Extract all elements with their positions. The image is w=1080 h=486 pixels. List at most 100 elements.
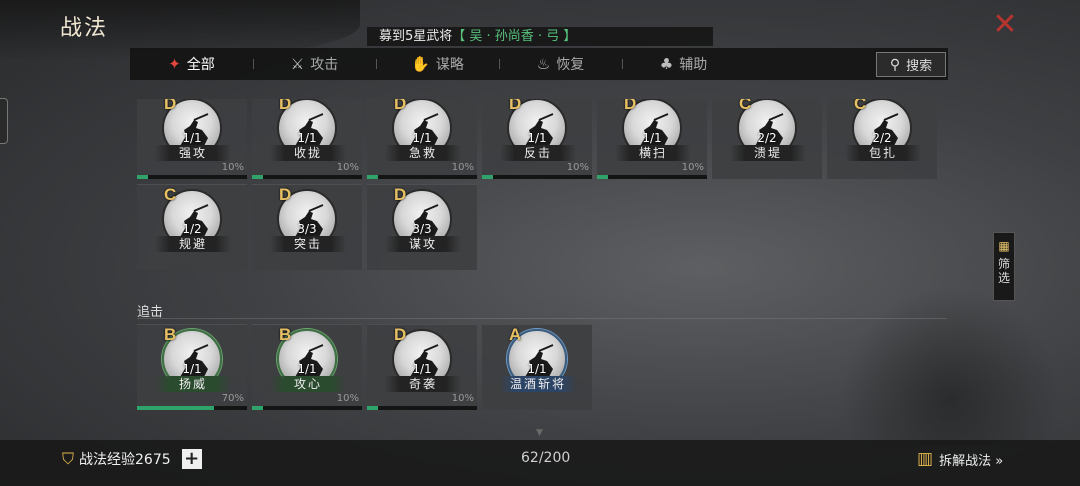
dismantle-button[interactable]: ▥ 拆解战法 » xyxy=(917,449,1003,469)
tactic-count: 2/2 xyxy=(872,131,892,145)
tactic-count: 2/2 xyxy=(757,131,777,145)
tab-all[interactable]: ✦ 全部 xyxy=(130,48,253,80)
progress-percent: 10% xyxy=(451,393,474,404)
progress-fill xyxy=(137,175,148,179)
scroll-down-icon: ▼ xyxy=(536,428,543,438)
progress-percent: 10% xyxy=(566,162,589,173)
tactic-name: 反击 xyxy=(500,145,576,161)
filter-label: 选 xyxy=(997,271,1010,285)
tactic-card[interactable]: D 1/1 强攻 10% xyxy=(137,99,247,179)
recruit-banner-prefix: 募到5星武将 xyxy=(379,29,453,44)
side-drawer-handle[interactable] xyxy=(0,98,8,144)
tactic-name: 急救 xyxy=(385,145,461,161)
rank-badge: D xyxy=(394,99,407,113)
search-button[interactable]: ⚲ 搜索 xyxy=(876,52,946,77)
tactic-name: 收拢 xyxy=(270,145,346,161)
tactic-card[interactable]: D 1/1 急救 10% xyxy=(367,99,477,179)
tactic-card[interactable]: D 1/1 反击 10% xyxy=(482,99,592,179)
progress-fill xyxy=(367,175,378,179)
recruit-banner: 募到5星武将【 吴 · 孙尚香 · 弓 】 xyxy=(367,27,713,46)
tactic-count: 1/1 xyxy=(527,131,547,145)
rank-badge: C xyxy=(854,99,867,113)
progress-bar xyxy=(597,175,707,179)
tab-label: 恢复 xyxy=(556,57,585,73)
rank-badge: D xyxy=(279,185,292,204)
rank-badge: A xyxy=(509,325,522,344)
tactic-card[interactable]: B 1/1 攻心 10% xyxy=(252,324,362,410)
tactic-card[interactable]: D 1/1 收拢 10% xyxy=(252,99,362,179)
tactic-name: 溃堤 xyxy=(730,145,806,161)
close-icon[interactable]: ✕ xyxy=(990,10,1020,40)
tactic-count: 1/1 xyxy=(412,131,432,145)
tactic-name: 扬威 xyxy=(155,376,231,392)
tactic-card[interactable]: A 1/1 温酒斩将 xyxy=(482,324,592,410)
rank-badge: C xyxy=(739,99,752,113)
tactic-row: C 1/2 规避 D 3/3 突击 D 3/3 谋攻 xyxy=(137,184,477,270)
tactic-card[interactable]: D 3/3 突击 xyxy=(252,184,362,270)
filter-label: 筛 xyxy=(997,257,1010,271)
hand-icon: ✋ xyxy=(411,55,430,73)
tactic-name: 规避 xyxy=(155,236,231,252)
progress-fill xyxy=(367,406,378,410)
rank-badge: B xyxy=(164,325,177,344)
tactic-name: 攻心 xyxy=(270,376,346,392)
progress-bar xyxy=(252,406,362,410)
tab-strategy[interactable]: ✋ 谋略 xyxy=(376,48,499,80)
rank-badge: D xyxy=(394,185,407,204)
progress-bar xyxy=(252,175,362,179)
rank-badge: D xyxy=(394,325,407,344)
dismantle-label: 拆解战法 » xyxy=(939,453,1004,469)
tab-attack[interactable]: ⚔ 攻击 xyxy=(253,48,376,80)
tactic-count: 3/3 xyxy=(412,222,432,236)
tactic-count: 1/1 xyxy=(297,131,317,145)
progress-fill xyxy=(597,175,608,179)
tactic-card[interactable]: D 1/1 奇袭 10% xyxy=(367,324,477,410)
progress-percent: 10% xyxy=(336,393,359,404)
filter-button[interactable]: ▦ 筛 选 xyxy=(993,232,1015,301)
tab-label: 全部 xyxy=(186,57,215,73)
tactic-card[interactable]: D 3/3 谋攻 xyxy=(367,184,477,270)
tab-recovery[interactable]: ♨ 恢复 xyxy=(499,48,622,80)
capacity-count: 62/200 xyxy=(521,450,571,466)
tactic-row: D 1/1 强攻 10% D 1/1 收拢 10% D 1/1 急救 10% D 1/1 反击 10% D 1/1… xyxy=(137,99,937,179)
progress-percent: 10% xyxy=(336,162,359,173)
tactic-name: 包扎 xyxy=(845,145,921,161)
search-icon: ⚲ xyxy=(889,56,901,73)
tactic-name: 谋攻 xyxy=(385,236,461,252)
tactic-card[interactable]: B 1/1 扬威 70% xyxy=(137,324,247,410)
crossed-swords-icon: ⚔ xyxy=(290,55,305,73)
tactic-card[interactable]: D 1/1 横扫 10% xyxy=(597,99,707,179)
bowl-icon: ♨ xyxy=(536,55,551,73)
progress-fill xyxy=(252,406,263,410)
tab-bar: ✦ 全部 ⚔ 攻击 ✋ 谋略 ♨ 恢复 ♣ 辅助 ⚲ 搜索 xyxy=(130,48,948,80)
rank-badge: D xyxy=(164,99,177,113)
tab-label: 谋略 xyxy=(435,57,464,73)
tactic-card[interactable]: C 1/2 规避 xyxy=(137,184,247,270)
tactic-name: 横扫 xyxy=(615,145,691,161)
tactic-count: 1/1 xyxy=(412,362,432,376)
rank-badge: D xyxy=(509,99,522,113)
scroll-bundle-icon: ▥ xyxy=(917,449,934,469)
rank-badge: D xyxy=(279,99,292,113)
progress-fill xyxy=(252,175,263,179)
tactic-card[interactable]: C 2/2 溃堤 xyxy=(712,99,822,179)
progress-percent: 70% xyxy=(221,393,244,404)
progress-bar xyxy=(137,406,247,410)
page-title: 战法 xyxy=(60,16,109,41)
progress-percent: 10% xyxy=(221,162,244,173)
tactic-count: 3/3 xyxy=(297,222,317,236)
rank-badge: C xyxy=(164,185,177,204)
tactic-name: 突击 xyxy=(270,236,346,252)
tactic-count: 1/1 xyxy=(297,362,317,376)
tactic-count: 1/1 xyxy=(642,131,662,145)
tab-label: 攻击 xyxy=(310,57,339,73)
bag-icon: ♣ xyxy=(659,55,674,73)
add-exp-button[interactable]: + xyxy=(181,449,202,469)
tab-label: 辅助 xyxy=(679,57,708,73)
tab-support[interactable]: ♣ 辅助 xyxy=(622,48,745,80)
scroll-icon: ✦ xyxy=(168,55,181,73)
tactic-card[interactable]: C 2/2 包扎 xyxy=(827,99,937,179)
progress-percent: 10% xyxy=(681,162,704,173)
exp-label: 战法经验2675 xyxy=(79,452,171,468)
rank-badge: D xyxy=(624,99,637,113)
